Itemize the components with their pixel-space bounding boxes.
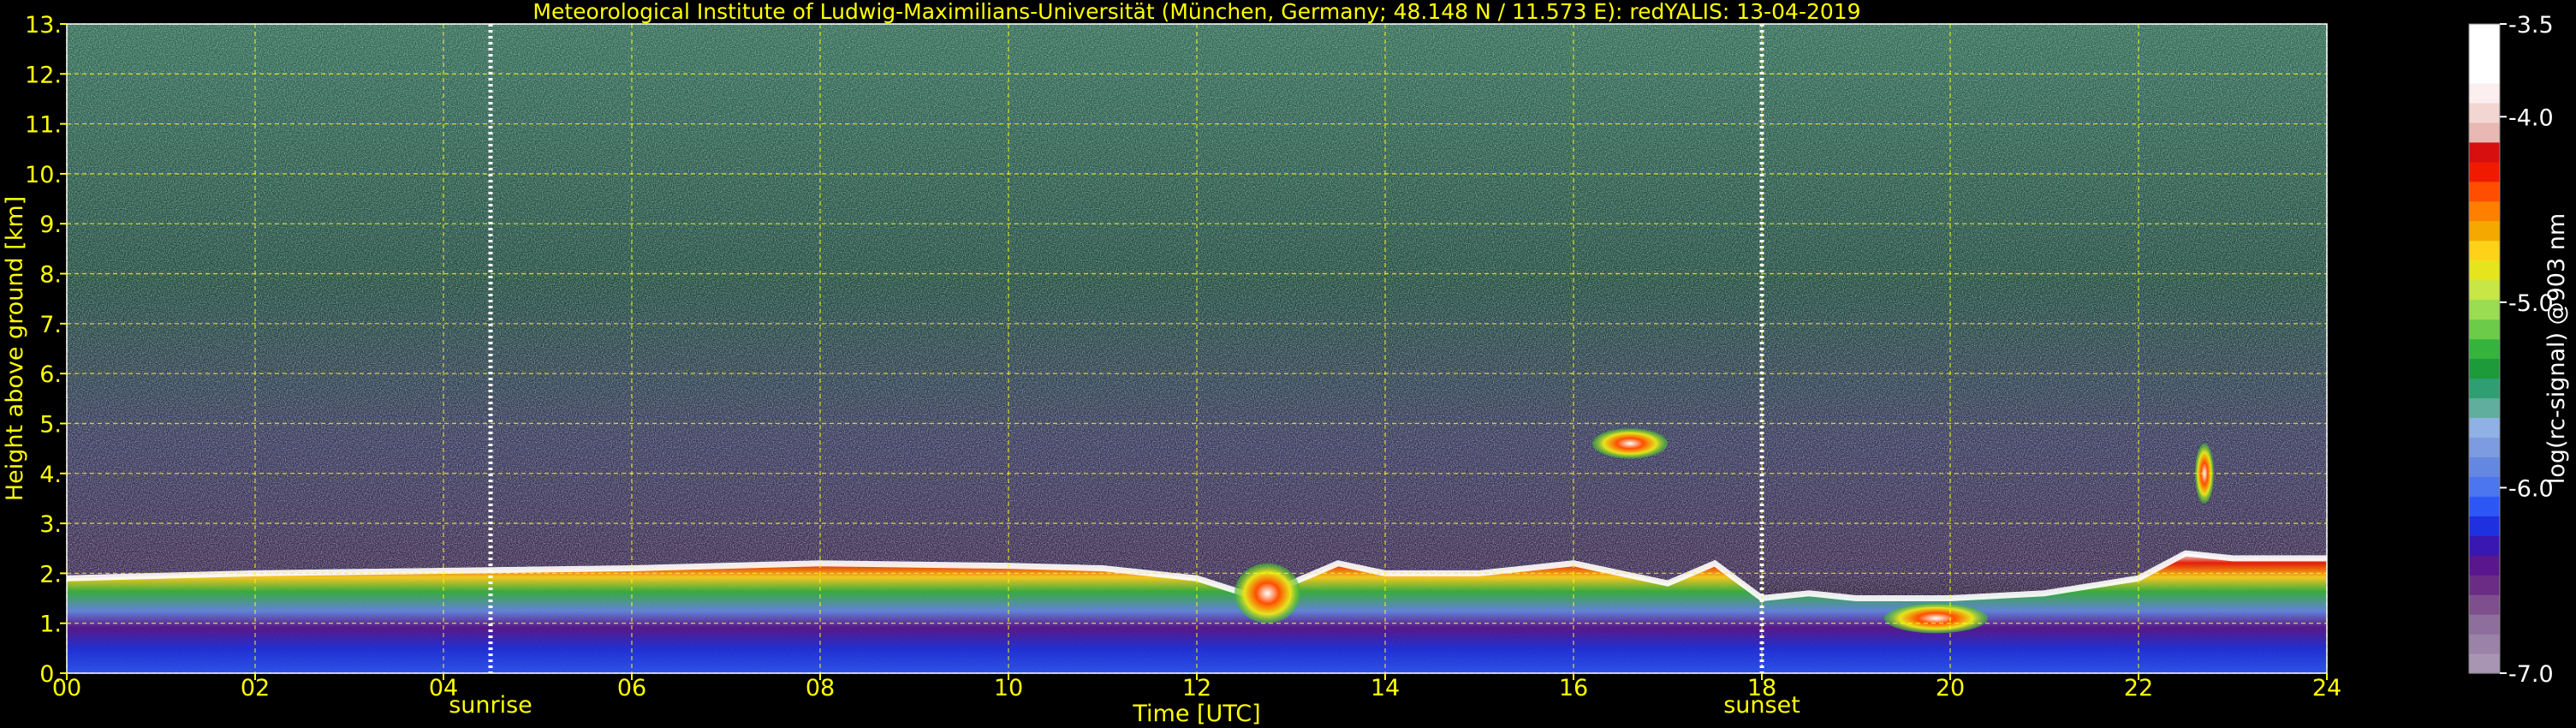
colorbar-label: log(rc-signal) @903 nm (2543, 213, 2570, 484)
colorbar-segment (2469, 594, 2500, 615)
colorbar-segment (2469, 220, 2500, 242)
colorbar-segment (2469, 653, 2500, 674)
x-tick-label: 22 (2124, 675, 2153, 701)
x-tick-label: 08 (806, 675, 835, 701)
y-tick-label: 1. (39, 612, 62, 638)
colorbar-segment (2469, 456, 2500, 477)
y-tick-label: 3. (39, 511, 62, 538)
colorbar-segment (2469, 200, 2500, 222)
x-tick-label: 02 (241, 675, 270, 701)
y-tick-label: 6. (39, 361, 62, 388)
colorbar-segment (2469, 378, 2500, 399)
x-tick-label: 14 (1371, 675, 1400, 701)
x-tick-label: 06 (617, 675, 646, 701)
colorbar-segment (2469, 181, 2500, 202)
colorbar-segment (2469, 535, 2500, 556)
y-tick-label: 5. (39, 411, 62, 438)
y-tick-label: 10. (25, 162, 62, 188)
colorbar-segment (2469, 437, 2500, 457)
x-tick-label: 16 (1559, 675, 1588, 701)
y-tick-label: 4. (39, 462, 62, 488)
colorbar-segment (2469, 24, 2500, 45)
x-axis-label: Time [UTC] (1132, 701, 1260, 727)
colorbar-segment (2469, 476, 2500, 497)
colorbar-tick-label: -7.0 (2508, 661, 2554, 688)
colorbar-segment (2469, 43, 2500, 64)
y-axis-label: Height above ground [km] (2, 196, 28, 501)
x-tick-label: 04 (429, 675, 458, 701)
colorbar-segment (2469, 102, 2500, 123)
colorbar-segment (2469, 122, 2500, 143)
colorbar-segment (2469, 516, 2500, 536)
y-tick-label: 9. (39, 212, 62, 238)
cloud-feature (1884, 603, 1988, 634)
chart-title: Meteorological Institute of Ludwig-Maxim… (532, 0, 1860, 24)
colorbar-segment (2469, 63, 2500, 84)
colorbar-segment (2469, 614, 2500, 635)
cloud-feature (1234, 563, 1300, 624)
colorbar-segment (2469, 141, 2500, 163)
colorbar-segment (2469, 397, 2500, 418)
x-tick-label: 12 (1182, 675, 1211, 701)
y-tick-label: 13. (25, 12, 62, 39)
colorbar-segment (2469, 555, 2500, 576)
cloud-feature (1592, 428, 1668, 459)
colorbar-segment (2469, 575, 2500, 595)
x-tick-label: 10 (994, 675, 1023, 701)
colorbar-segment (2469, 358, 2500, 379)
colorbar-segment (2469, 319, 2500, 340)
y-tick-label: 0. (39, 661, 62, 688)
colorbar-segment (2469, 634, 2500, 654)
colorbar-segment (2469, 82, 2500, 104)
colorbar-segment (2469, 417, 2500, 438)
colorbar-segment (2469, 279, 2500, 301)
y-tick-label: 12. (25, 62, 62, 88)
colorbar-tick-label: -4.0 (2508, 104, 2554, 131)
y-tick-label: 2. (39, 561, 62, 588)
colorbar-segment (2469, 240, 2500, 261)
colorbar-segment (2469, 338, 2500, 360)
colorbar-segment (2469, 260, 2500, 281)
y-tick-label: 7. (39, 312, 62, 338)
colorbar-segment (2469, 161, 2500, 182)
y-tick-label: 11. (25, 112, 62, 139)
x-tick-label: 18 (1747, 675, 1776, 701)
y-tick-label: 8. (39, 262, 62, 289)
colorbar-segment (2469, 496, 2500, 516)
sunrise-marker-label: sunrise (449, 692, 532, 719)
colorbar-segment (2469, 299, 2500, 320)
x-tick-label: 20 (1936, 675, 1965, 701)
colorbar: -3.5-4.0-5.0-6.0-7.0 (2468, 12, 2554, 688)
x-tick-label: 24 (2312, 675, 2341, 701)
colorbar-tick-label: -3.5 (2508, 12, 2554, 39)
lidar-quicklook-figure: sunrise sunset 00 02 04 06 08 10 12 14 16 18 20 22 24… (2, 0, 2570, 727)
